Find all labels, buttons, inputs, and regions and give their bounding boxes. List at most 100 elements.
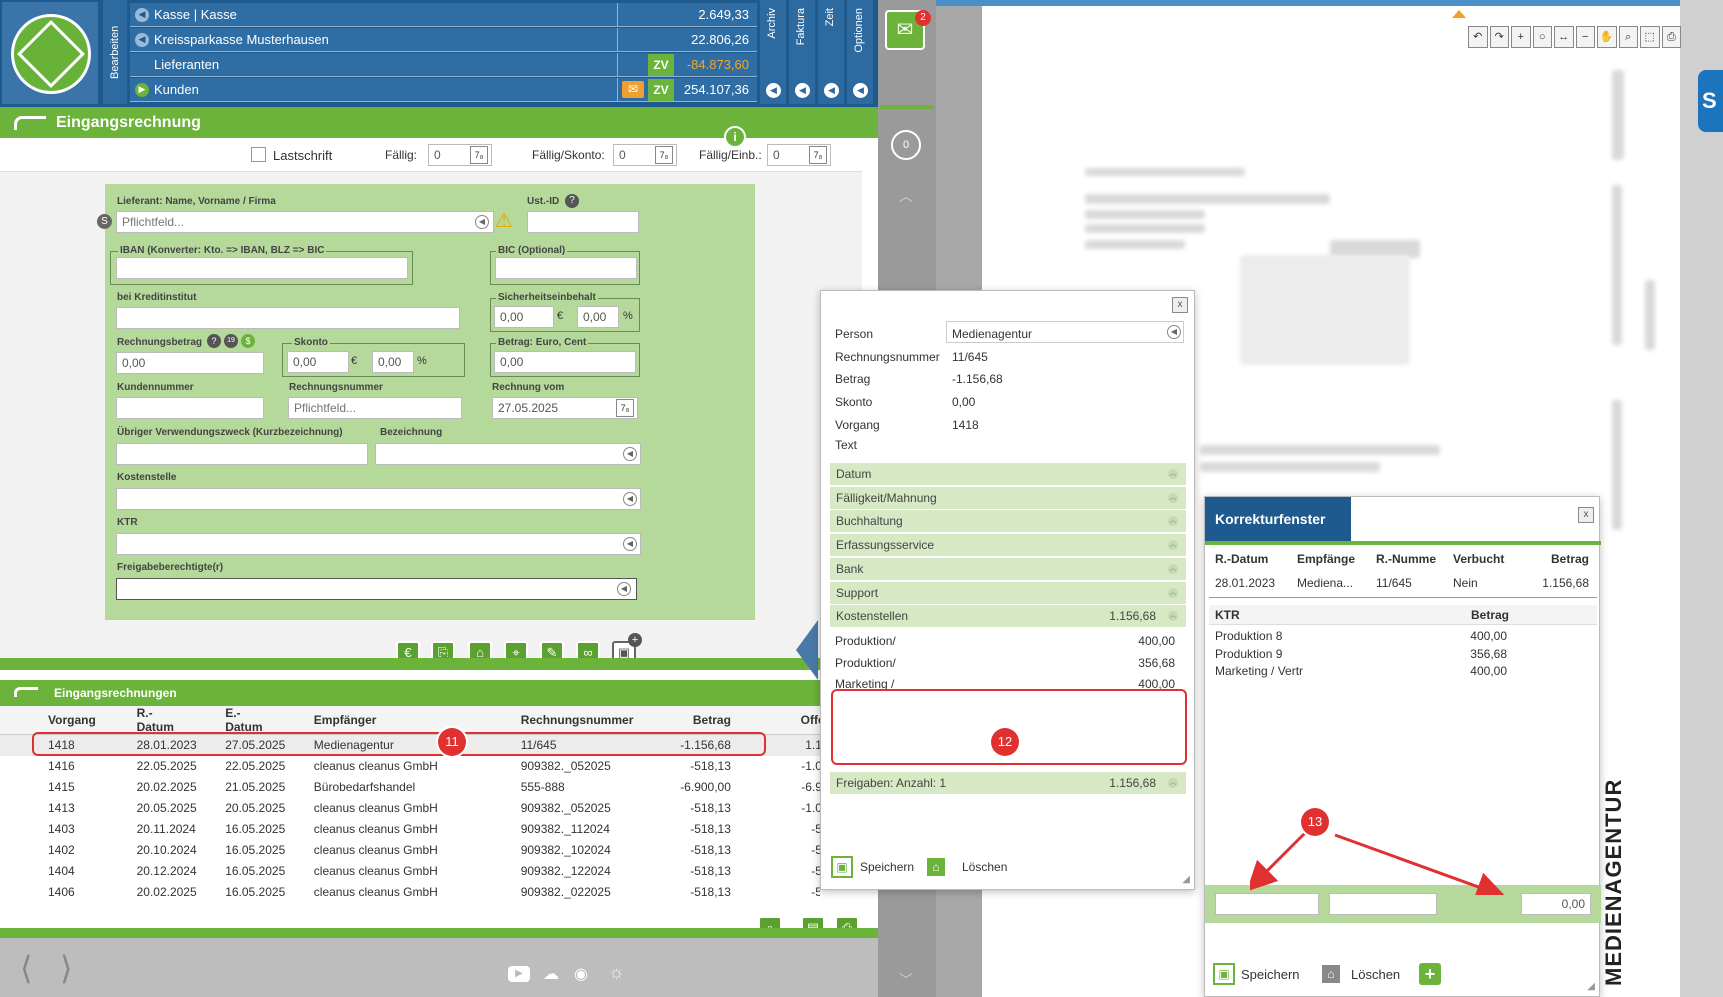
skonto-pct-input[interactable] xyxy=(372,351,414,373)
trash-icon[interactable]: ⌂ xyxy=(1320,963,1342,985)
person-select-box[interactable] xyxy=(946,321,1184,343)
help-icon[interactable]: ? xyxy=(565,194,579,208)
kostenstelle-row[interactable]: Produktion/400,00 xyxy=(835,634,1175,648)
table-row[interactable]: 1404 20.12.2024 16.05.2025 cleanus cleanus … xyxy=(0,861,820,882)
calendar-icon[interactable]: 7₈ xyxy=(655,146,673,164)
video-icon[interactable]: ▶ xyxy=(508,966,530,982)
eye-icon[interactable]: ◉ xyxy=(574,964,588,984)
sicherheit-eur-input[interactable] xyxy=(494,306,554,328)
delete-button[interactable]: Löschen xyxy=(1351,967,1400,982)
section-row[interactable]: Bank ︿ xyxy=(830,557,1186,580)
tab-archiv[interactable]: Archiv ◀ xyxy=(760,0,786,104)
calendar-icon[interactable]: 7₈ xyxy=(616,399,634,417)
skonto-eur-input[interactable] xyxy=(287,351,349,373)
bic-input[interactable] xyxy=(495,257,637,279)
section-row[interactable]: Datum ︿ xyxy=(830,463,1186,485)
nav-prev-icon[interactable]: ⟨ xyxy=(20,952,32,984)
column-header[interactable]: R.-Datum xyxy=(89,706,178,735)
sun-icon[interactable]: ☼ xyxy=(608,962,625,983)
edit-side-tab[interactable]: Bearbeiten xyxy=(103,0,127,104)
close-button[interactable]: x xyxy=(1172,297,1188,313)
table-row[interactable]: 1416 22.05.2025 22.05.2025 cleanus cleanus … xyxy=(0,756,820,777)
table-row[interactable]: 1402 20.10.2024 16.05.2025 cleanus cleanus … xyxy=(0,840,820,861)
freigaben-row[interactable]: Freigaben: Anzahl: 1 1.156,68 ︿ xyxy=(830,772,1186,794)
nav-next-icon[interactable]: ⟩ xyxy=(60,952,72,984)
lieferant-input[interactable] xyxy=(116,211,494,233)
ustid-input[interactable] xyxy=(527,211,639,233)
section-row[interactable]: Support ︿ xyxy=(830,581,1186,604)
supplier-s-icon[interactable]: S xyxy=(97,214,112,229)
calendar-icon[interactable]: 7₈ xyxy=(809,146,827,164)
column-header[interactable]: Vorgang xyxy=(0,706,96,735)
zv-badge[interactable]: ZV xyxy=(648,54,674,76)
cell[interactable]: 28.01.2023 xyxy=(1215,576,1275,590)
fit-width-icon[interactable]: ↔ xyxy=(1554,26,1574,48)
rechnungsnummer-input[interactable] xyxy=(288,397,462,419)
kostenstelle-row[interactable]: Produktion/356,68 xyxy=(835,656,1175,670)
cell[interactable]: 11/645 xyxy=(1376,576,1412,590)
table-row[interactable]: 1406 20.02.2025 16.05.2025 cleanus cleanus … xyxy=(0,882,820,903)
redo-icon[interactable]: ↷ xyxy=(1489,26,1509,48)
zoom-out-icon[interactable]: − xyxy=(1575,26,1595,48)
tax-19-icon[interactable]: 19 xyxy=(224,334,238,348)
add-icon[interactable]: + xyxy=(1419,963,1441,985)
scroll-down-icon[interactable]: ﹀ xyxy=(884,970,928,988)
section-row[interactable]: Fälligkeit/Mahnung ︿ xyxy=(830,486,1186,509)
dropdown-arrow-icon[interactable]: ◀ xyxy=(475,215,489,229)
column-header[interactable]: E.-Datum xyxy=(177,706,266,735)
betrag-input[interactable] xyxy=(494,351,636,373)
tab-faktura[interactable]: Faktura ◀ xyxy=(789,0,815,104)
save-button[interactable]: Speichern xyxy=(1241,967,1300,982)
trash-icon[interactable]: ⌂ xyxy=(925,856,947,878)
counter-circle[interactable]: 0 xyxy=(891,130,921,160)
tab-optionen[interactable]: Optionen ◀ xyxy=(847,0,873,104)
app-logo[interactable] xyxy=(2,2,98,104)
save-button[interactable]: Speichern xyxy=(860,860,914,874)
section-row[interactable]: Buchhaltung ︿ xyxy=(830,510,1186,533)
cell[interactable]: 1.156,68 xyxy=(1542,576,1589,590)
rechnungsbetrag-input[interactable] xyxy=(116,352,264,374)
dropdown-arrow-icon[interactable]: ◀ xyxy=(1167,325,1181,339)
undo-icon[interactable]: ↶ xyxy=(1468,26,1488,48)
tab-zeit[interactable]: Zeit ◀ xyxy=(818,0,844,104)
dropdown-arrow-icon[interactable]: ◀ xyxy=(623,447,637,461)
print-icon[interactable]: ⎙ xyxy=(1661,26,1681,48)
column-header[interactable]: Offen xyxy=(761,706,820,735)
magnifier-icon[interactable]: ⌕ xyxy=(1618,26,1638,48)
kostenstelle-input[interactable] xyxy=(116,488,641,510)
mail-icon[interactable]: ✉ xyxy=(622,81,644,98)
column-header[interactable]: Rechnungsnummer xyxy=(485,706,662,735)
hand-icon[interactable]: ✋ xyxy=(1597,26,1617,48)
ktr-row[interactable]: Produktion 9 356,68 xyxy=(1215,647,1515,661)
zv-badge[interactable]: ZV xyxy=(648,79,674,101)
resize-handle-icon[interactable]: ◢ xyxy=(1182,874,1190,885)
lastschrift-checkbox[interactable] xyxy=(251,147,266,162)
ktr-row[interactable]: Produktion 8 400,00 xyxy=(1215,629,1515,643)
cell[interactable]: Mediena... xyxy=(1297,576,1353,590)
dropdown-arrow-icon[interactable]: ◀ xyxy=(623,492,637,506)
delete-button[interactable]: Löschen xyxy=(962,860,1007,874)
close-button[interactable]: x xyxy=(1578,507,1594,523)
table-row[interactable]: 1403 20.11.2024 16.05.2025 cleanus cleanus … xyxy=(0,819,820,840)
sicherheit-pct-input[interactable] xyxy=(577,306,619,328)
save-icon[interactable]: ▣ xyxy=(831,856,853,878)
account-row-kunden[interactable]: ▶ Kunden ✉ ZV 254.107,36 xyxy=(130,78,757,102)
table-row[interactable]: 1413 20.05.2025 20.05.2025 cleanus cleanus … xyxy=(0,798,820,819)
kreditinstitut-input[interactable] xyxy=(116,307,460,329)
korrektur-amount-input[interactable] xyxy=(1521,893,1591,915)
add-icon[interactable]: + xyxy=(628,633,642,647)
account-row-lieferanten[interactable]: Lieferanten ZV -84.873,60 xyxy=(130,53,757,77)
bezeichnung-input[interactable] xyxy=(375,443,641,465)
kundennummer-input[interactable] xyxy=(116,397,264,419)
zoom-in-icon[interactable]: + xyxy=(1511,26,1531,48)
cloud-icon[interactable]: ☁ xyxy=(543,964,559,984)
ktr-input[interactable] xyxy=(116,533,641,555)
section-row[interactable]: Kostenstellen 1.156,68 ︿ xyxy=(830,605,1186,628)
column-header[interactable]: Betrag xyxy=(662,706,761,735)
dropdown-arrow-icon[interactable]: ◀ xyxy=(623,537,637,551)
scroll-up-icon[interactable]: ︿ xyxy=(884,186,928,204)
table-row[interactable]: 1415 20.02.2025 21.05.2025 Bürobedarfshande… xyxy=(0,777,820,798)
s-logo-icon[interactable]: S xyxy=(1698,70,1723,132)
info-icon[interactable]: i xyxy=(724,126,746,148)
section-row[interactable]: Erfassungsservice ︿ xyxy=(830,534,1186,557)
